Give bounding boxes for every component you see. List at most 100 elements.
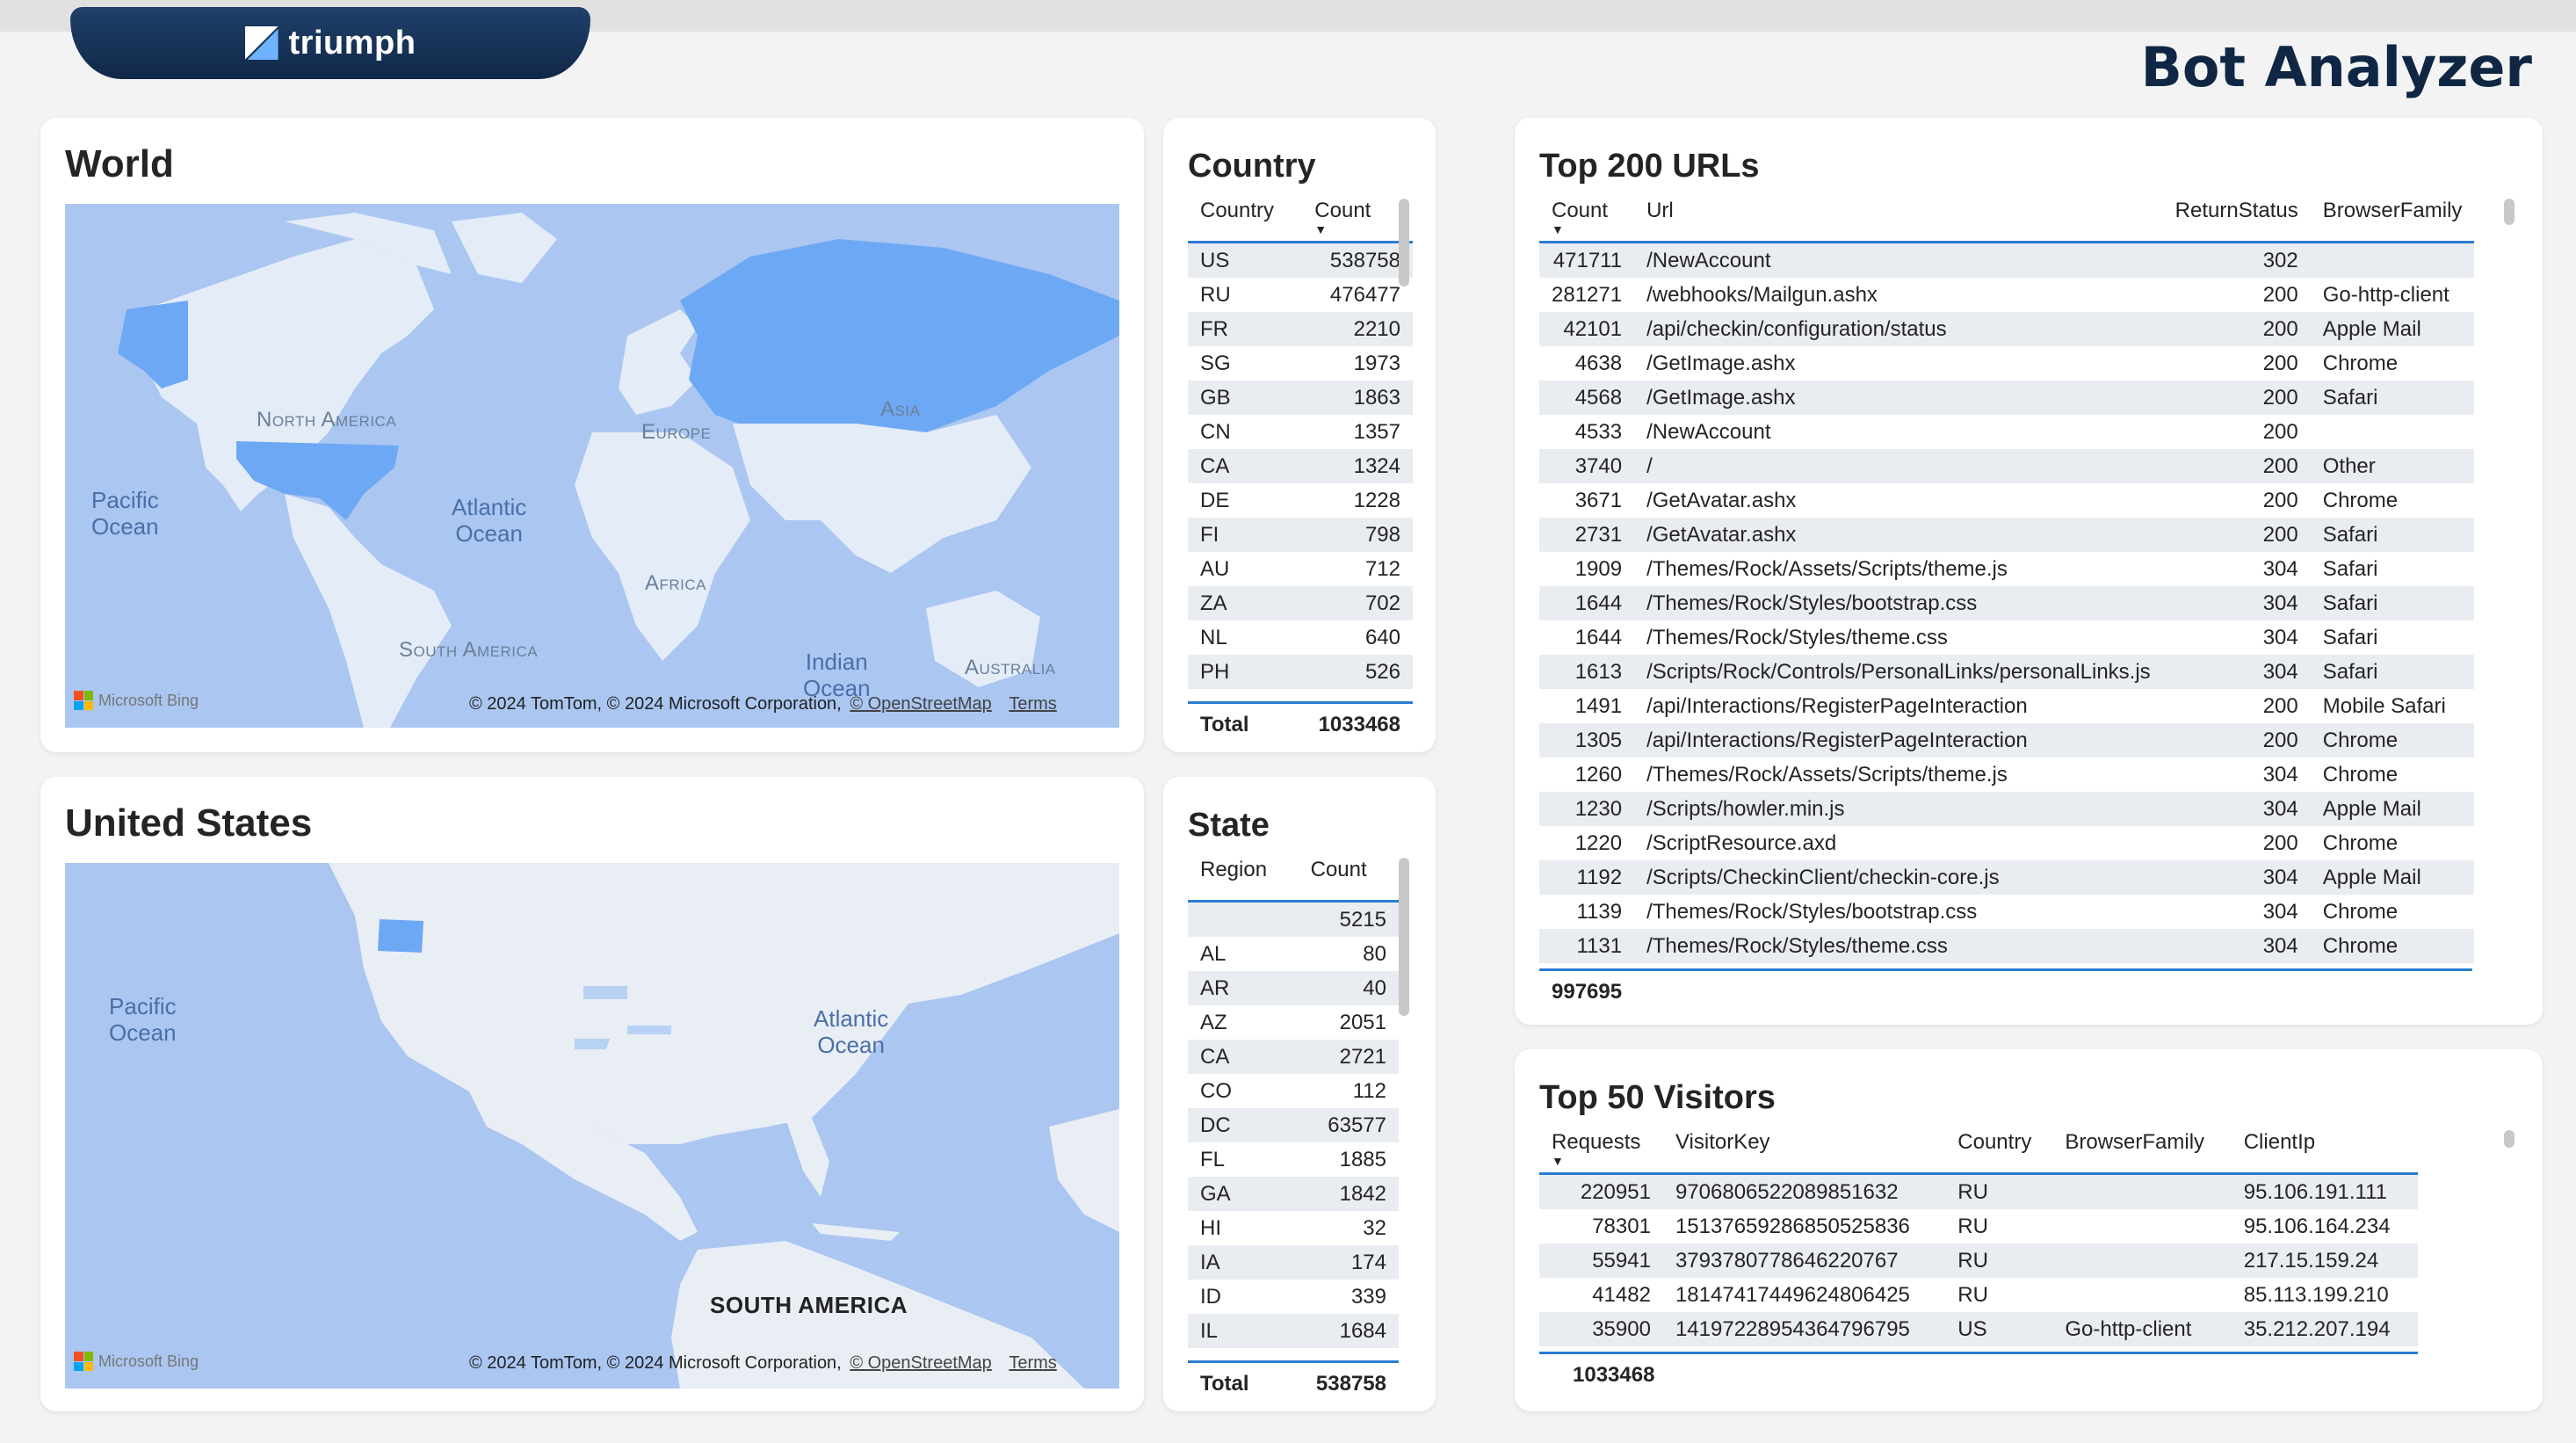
column-header-country[interactable]: Country (1945, 1130, 2053, 1175)
urls-table-scrollbar[interactable] (2504, 199, 2514, 225)
table-row[interactable]: 471711/NewAccount 302 (1539, 242, 2475, 278)
table-cell: Chrome (2322, 488, 2399, 512)
table-cell: 42101 (1539, 312, 1635, 346)
table-row[interactable]: 1260/Themes/Rock/Assets/Scripts/theme.js… (1539, 758, 2474, 792)
table-row[interactable]: 35900 14197228954364796795 US Go-http-clien… (1539, 1312, 2418, 1346)
column-header-returnstatus[interactable]: ReturnStatus (2162, 199, 2311, 243)
us-map[interactable]: Pacific Ocean Atlantic Ocean SOUTH AMERI… (65, 863, 1119, 1389)
table-cell: 200 (2262, 282, 2298, 307)
table-row[interactable]: 220951 9706806522089851632 RU 95.106.191.11… (1539, 1173, 2418, 1209)
table-row[interactable]: DC 63577 (1188, 1108, 1399, 1142)
table-cell: 3740 (1539, 449, 1635, 483)
table-row[interactable]: 2731/GetAvatar.ashx 200 Safari (1539, 518, 2475, 552)
table-cell: 2731 (1539, 518, 1635, 552)
table-row[interactable]: CA 1324 (1188, 449, 1413, 483)
column-header-clientip[interactable]: ClientIp (2231, 1130, 2418, 1175)
visitors-table-scrollbar[interactable] (2504, 1130, 2514, 1148)
table-row[interactable]: 1305/api/Interactions/RegisterPageIntera… (1539, 723, 2475, 758)
table-row[interactable]: DE 1228 (1188, 483, 1413, 518)
table-row[interactable]: 1613/Scripts/Rock/Controls/PersonalLinks… (1539, 655, 2475, 689)
table-row[interactable]: 1139/Themes/Rock/Styles/bootstrap.css 304… (1539, 895, 2474, 929)
table-row[interactable]: 1909/Themes/Rock/Assets/Scripts/theme.js… (1539, 552, 2474, 586)
sort-desc-icon: ▼ (1552, 222, 1564, 236)
table-row[interactable]: FR 2210 (1188, 312, 1413, 346)
table-cell: 2721 (1298, 1040, 1399, 1074)
table-cell: /GetAvatar.ashx (1646, 488, 1797, 512)
column-header-browserfamily[interactable]: BrowserFamily (2052, 1130, 2232, 1175)
table-row[interactable]: IL 1684 (1188, 1314, 1399, 1348)
table-row[interactable]: RU 476477 (1188, 278, 1413, 312)
state-table-scrollbar[interactable] (1399, 858, 1409, 1016)
table-row[interactable]: 4638/GetImage.ashx 200 Chrome (1539, 346, 2474, 381)
openstreetmap-link[interactable]: © OpenStreetMap (850, 694, 991, 714)
table-row[interactable]: 4533/NewAccount 200 (1539, 415, 2474, 449)
table-cell: AU (1200, 556, 1230, 581)
column-header-count[interactable]: Count ▼ (1302, 199, 1413, 243)
table-cell (2052, 1173, 2232, 1209)
table-cell: 476477 (1329, 282, 1400, 307)
table-row[interactable]: CA 2721 (1188, 1040, 1399, 1074)
table-row[interactable]: FI 798 (1188, 518, 1413, 552)
table-row[interactable]: AU 712 (1188, 552, 1413, 586)
table-row[interactable]: ID 339 (1188, 1280, 1399, 1314)
table-row[interactable]: AZ 2051 (1188, 1005, 1399, 1040)
table-cell: 712 (1364, 556, 1400, 581)
table-row[interactable]: FL 1885 (1188, 1142, 1399, 1177)
table-row[interactable]: NL 640 (1188, 620, 1413, 655)
table-row[interactable]: 1192/Scripts/CheckinClient/checkin-core.… (1539, 860, 2475, 895)
table-row[interactable]: IA 174 (1188, 1245, 1399, 1280)
table-row[interactable]: 4568/GetImage.ashx 200 Safari (1539, 381, 2475, 415)
table-cell: 3671 (1574, 488, 1623, 512)
column-header-visitorkey[interactable]: VisitorKey (1662, 1130, 1946, 1175)
table-cell: 200 (2262, 351, 2298, 375)
table-row[interactable]: 1131/Themes/Rock/Styles/theme.css 304 Chro… (1539, 929, 2475, 963)
table-row[interactable]: 5215 (1188, 901, 1399, 937)
table-cell: /api/Interactions/RegisterPageInteractio… (1646, 693, 2028, 718)
terms-link[interactable]: Terms (1009, 1353, 1056, 1373)
table-row[interactable]: PH 526 (1188, 655, 1413, 689)
table-cell: 200 (2162, 723, 2311, 758)
table-row[interactable]: 41482 18147417449624806425 RU 85.113.199.21… (1539, 1278, 2418, 1312)
terms-link[interactable]: Terms (1009, 694, 1056, 714)
table-cell: DC (1188, 1108, 1299, 1142)
table-cell: Safari (2310, 518, 2475, 552)
state-total-row: Total 538758 (1188, 1360, 1399, 1396)
table-row[interactable]: 55941 3793780778646220767 RU 217.15.159.24 (1539, 1244, 2418, 1278)
table-row[interactable]: CO 112 (1188, 1074, 1399, 1108)
table-row[interactable]: 281271/webhooks/Mailgun.ashx 200 Go-http-c… (1539, 278, 2474, 312)
page-title: Bot Analyzer (2140, 35, 2532, 99)
table-row[interactable]: 1644/Themes/Rock/Styles/bootstrap.css 304… (1539, 586, 2475, 620)
column-header-count[interactable]: Count ▼ (1539, 199, 1635, 243)
table-row[interactable]: AR 40 (1188, 971, 1399, 1005)
openstreetmap-link[interactable]: © OpenStreetMap (850, 1353, 991, 1373)
column-header-region[interactable]: Region (1188, 858, 1299, 903)
table-row[interactable]: 3671/GetAvatar.ashx 200 Chrome (1539, 483, 2474, 518)
column-header-count-label: Count (1552, 199, 1609, 222)
column-header-requests[interactable]: Requests ▼ (1539, 1130, 1663, 1175)
table-row[interactable]: ZA 702 (1188, 586, 1413, 620)
table-row[interactable]: 1230/Scripts/howler.min.js 304 Apple Mail (1539, 792, 2475, 826)
table-row[interactable]: 1644/Themes/Rock/Styles/theme.css 304 Safa… (1539, 620, 2474, 655)
table-row[interactable]: 78301 15137659286850525836 RU 95.106.164.23… (1539, 1209, 2418, 1244)
table-row[interactable]: SG 1973 (1188, 346, 1413, 381)
attribution-text: © 2024 TomTom, © 2024 Microsoft Corporat… (469, 1353, 842, 1373)
world-map[interactable]: Pacific Ocean Atlantic Ocean Indian Ocea… (65, 204, 1119, 728)
table-row[interactable]: CN 1357 (1188, 415, 1413, 449)
table-row[interactable]: 3740/200 Other (1539, 449, 2475, 483)
table-row[interactable]: GB 1863 (1188, 381, 1413, 415)
country-table-scrollbar[interactable] (1399, 199, 1409, 286)
table-row[interactable]: AL 80 (1188, 937, 1399, 971)
table-cell: RU (1200, 282, 1231, 307)
column-header-browserfamily[interactable]: BrowserFamily (2310, 199, 2475, 243)
visitors-table-title: Top 50 Visitors (1539, 1079, 1776, 1116)
column-header-count[interactable]: Count (1298, 858, 1399, 903)
table-row[interactable]: 1220/ScriptResource.axd 200 Chrome (1539, 826, 2474, 860)
table-row[interactable]: GA 1842 (1188, 1177, 1399, 1211)
column-header-country[interactable]: Country (1188, 199, 1303, 243)
column-header-url[interactable]: Url (1634, 199, 2163, 243)
table-row[interactable]: 1491/api/Interactions/RegisterPageIntera… (1539, 689, 2474, 723)
table-cell: 9706806522089851632 (1662, 1173, 1946, 1209)
table-row[interactable]: HI 32 (1188, 1211, 1399, 1245)
table-row[interactable]: 42101/api/checkin/configuration/status 20… (1539, 312, 2475, 346)
table-row[interactable]: US 538758 (1188, 242, 1413, 278)
